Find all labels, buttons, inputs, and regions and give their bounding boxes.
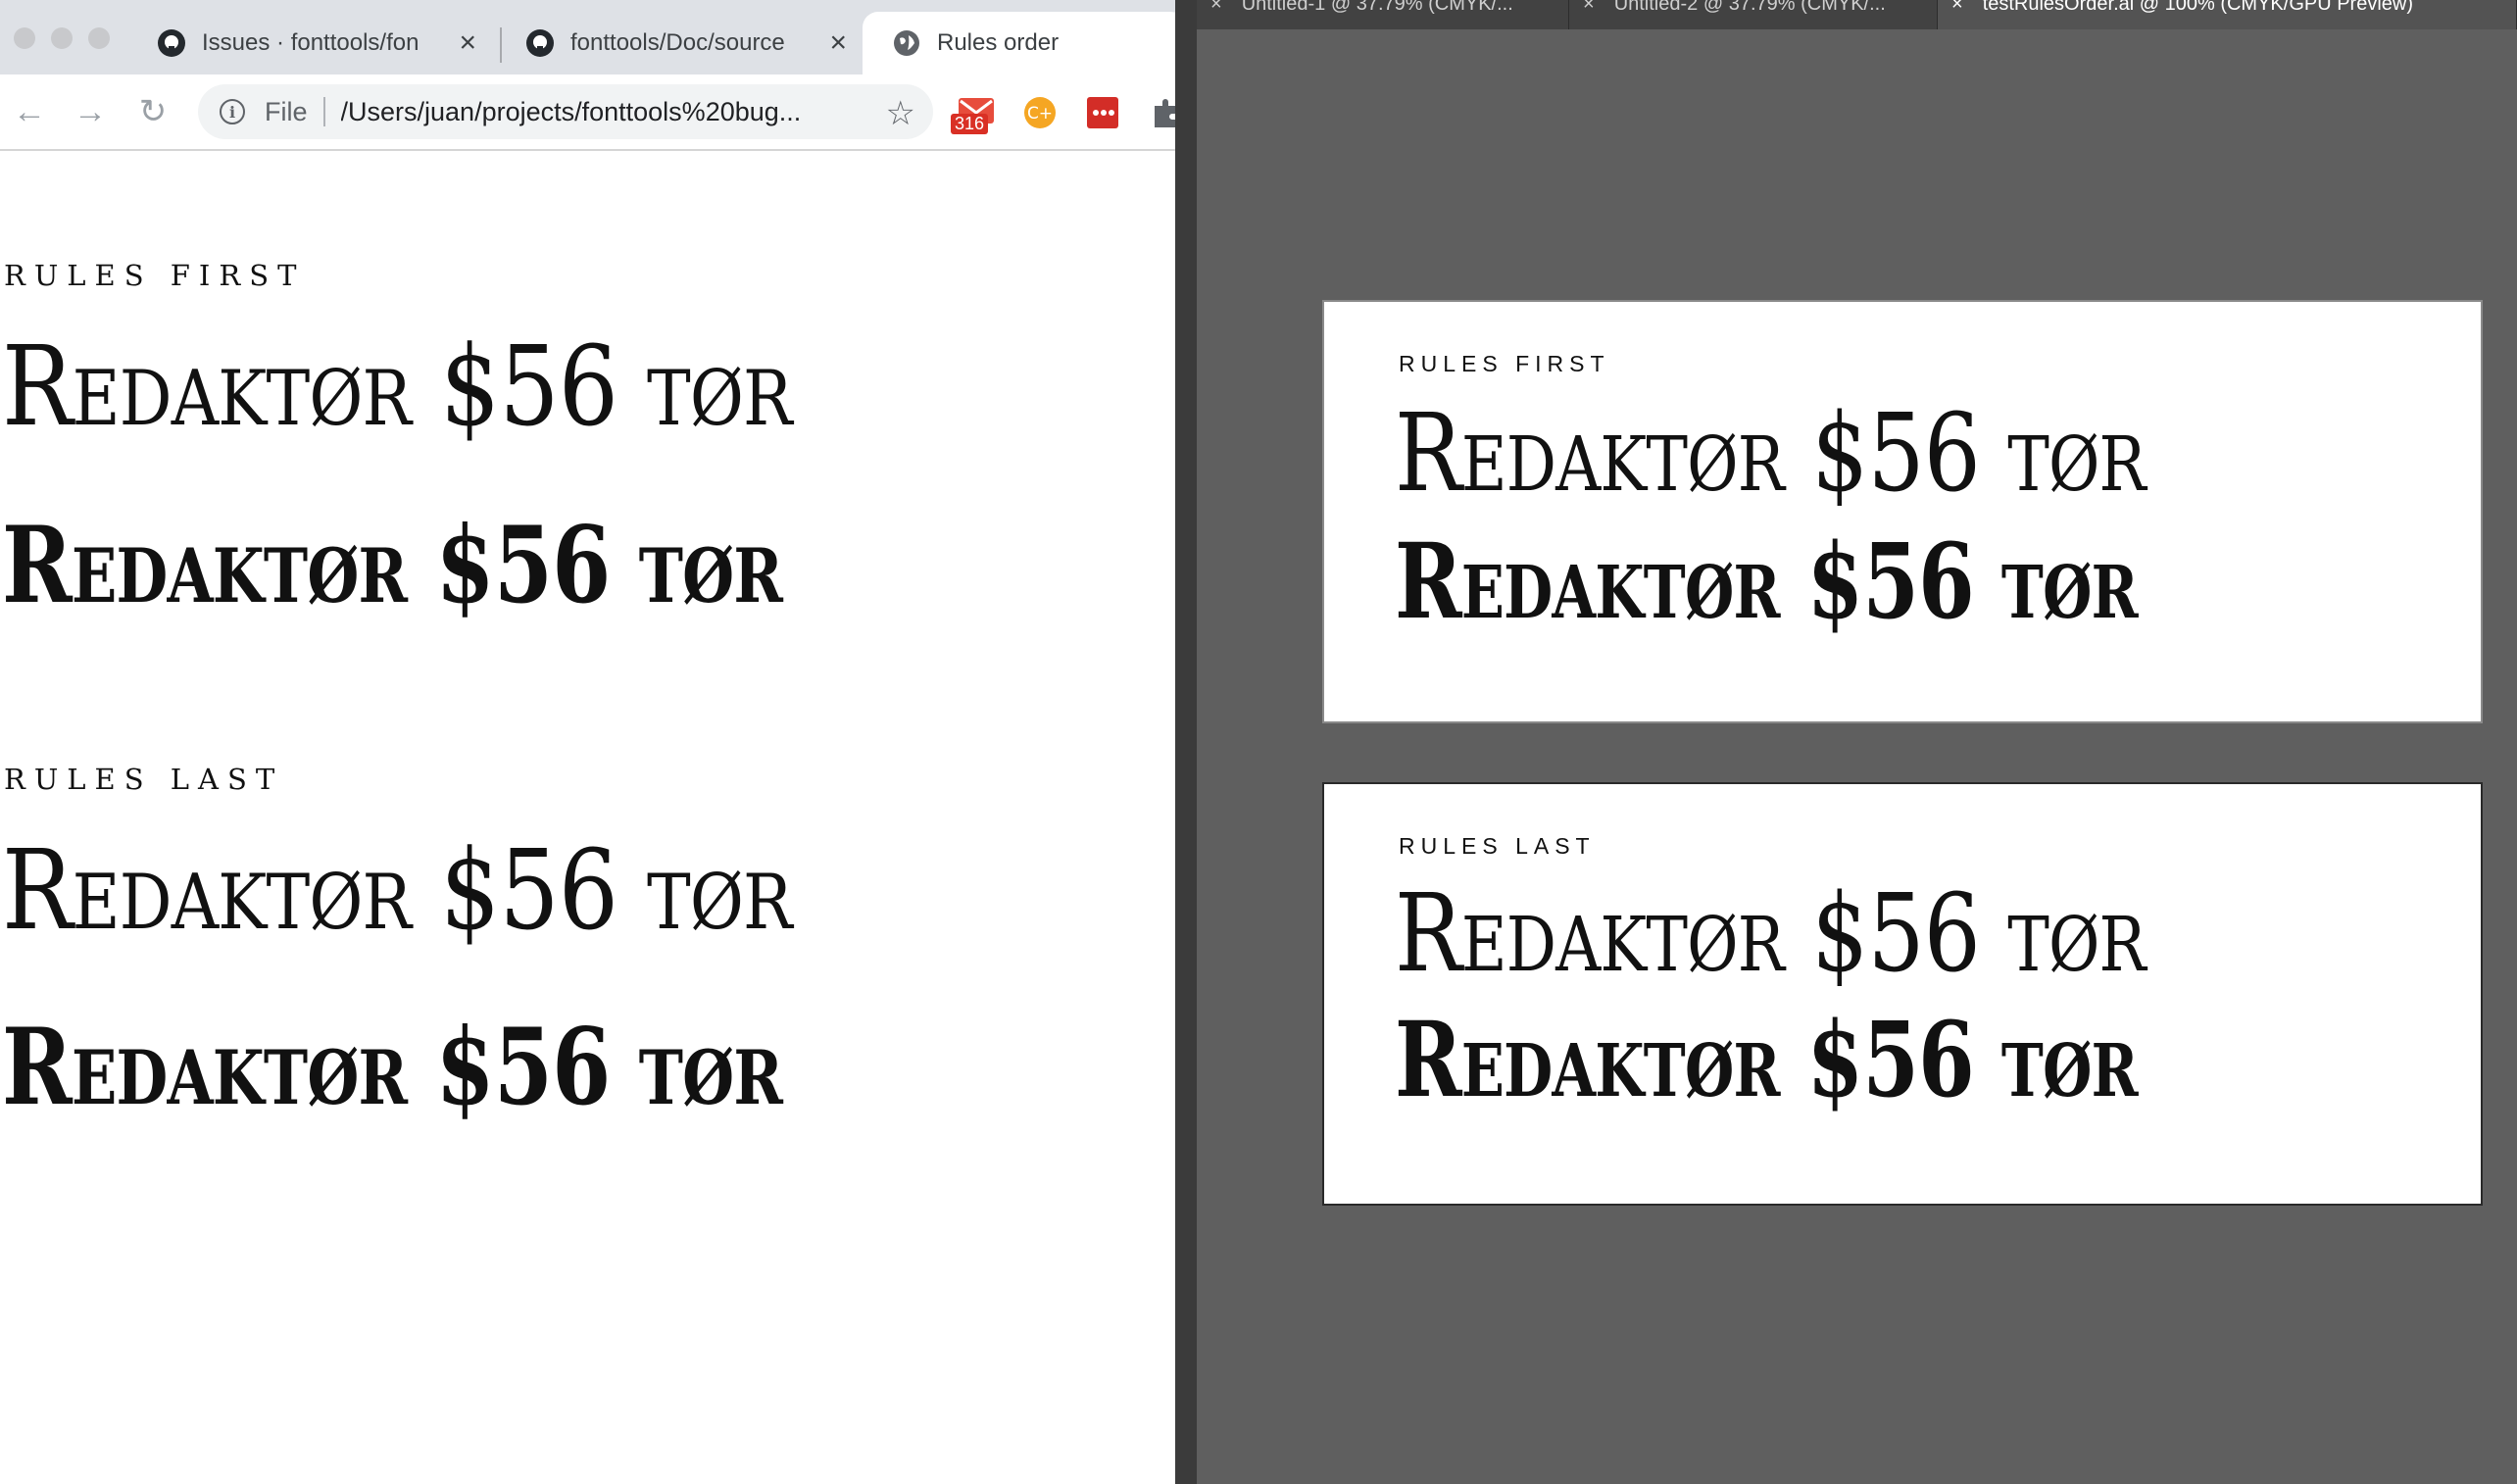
close-tab-icon[interactable]: ×: [1210, 0, 1222, 14]
doc-tab-label: Untitled-1 @ 37.79% (CMYK/...: [1241, 0, 1513, 15]
window-divider: [1175, 0, 1197, 1484]
omnibox-divider: [322, 97, 325, 126]
github-icon: [525, 28, 555, 58]
back-icon[interactable]: ←: [12, 93, 47, 130]
extension-lastpass[interactable]: [1086, 96, 1119, 134]
browser-window: Issues · fonttools/fon × fonttools/Doc/s…: [0, 0, 1175, 1484]
tab-label: Issues · fonttools/fon: [202, 29, 420, 56]
address-bar[interactable]: i File /Users/juan/projects/fonttools%20…: [198, 84, 933, 139]
gmail-extension[interactable]: 316: [951, 96, 996, 134]
tab-label: Rules order: [937, 29, 1060, 56]
doc-tab-label: testRulesOrder.ai @ 100% (CMYK/GPU Previ…: [1982, 0, 2414, 15]
sample-bold: Redaktør $56 tør: [2, 504, 783, 627]
doc-tab-untitled-1[interactable]: × Untitled-1 @ 37.79% (CMYK/...: [1197, 0, 1569, 29]
sample-regular: Redaktør $56 tør: [2, 323, 792, 451]
sample-bold: Redaktør $56 tør: [2, 1006, 783, 1129]
illustrator-window: × Untitled-1 @ 37.79% (CMYK/... × Untitl…: [1197, 0, 2517, 1484]
extensions-icon[interactable]: [1149, 96, 1175, 134]
minimize-window-button[interactable]: [51, 27, 73, 49]
document-tab-bar: × Untitled-1 @ 37.79% (CMYK/... × Untitl…: [1197, 0, 2517, 29]
artboard-rules-first[interactable]: RULES FIRST Redaktør $56 tør Redaktør $5…: [1322, 300, 2483, 723]
bookmark-star-icon[interactable]: ☆: [886, 94, 915, 133]
close-tab-icon[interactable]: ×: [459, 26, 476, 60]
tab-doc-source[interactable]: fonttools/Doc/source ×: [496, 12, 863, 74]
close-tab-icon[interactable]: ×: [829, 26, 847, 60]
c-plus-icon: C+: [1024, 97, 1056, 128]
zoom-window-button[interactable]: [88, 27, 110, 49]
globe-icon: [892, 28, 921, 58]
svg-text:C+: C+: [1027, 104, 1053, 124]
forward-icon[interactable]: →: [73, 93, 108, 130]
password-manager-icon: [1087, 97, 1118, 128]
artboard-sample-bold: Redaktør $56 tør: [1395, 998, 2139, 1120]
reload-icon[interactable]: ↻: [135, 93, 171, 130]
artboard-label: RULES FIRST: [1399, 351, 1610, 376]
artboard-label: RULES LAST: [1399, 833, 1596, 859]
artboard-sample-regular: Redaktør $56 tør: [1395, 870, 2147, 996]
tab-issues[interactable]: Issues · fonttools/fon ×: [127, 12, 492, 74]
page-content: RULES FIRST Redaktør $56 tør Redaktør $5…: [0, 151, 1175, 1484]
scheme-label: File: [265, 96, 308, 126]
url-text[interactable]: /Users/juan/projects/fonttools%20bug...: [341, 97, 851, 127]
browser-toolbar: ← → ↻ i File /Users/juan/projects/fontto…: [0, 74, 1175, 151]
doc-tab-untitled-2[interactable]: × Untitled-2 @ 37.79% (CMYK/...: [1569, 0, 1938, 29]
github-icon: [157, 28, 186, 58]
close-window-button[interactable]: [14, 27, 35, 49]
mail-count-badge: 316: [951, 114, 989, 134]
artboard-sample-regular: Redaktør $56 tør: [1395, 390, 2147, 516]
section-label-rules-first: RULES FIRST: [4, 259, 306, 292]
close-tab-icon[interactable]: ×: [1951, 0, 1963, 14]
tab-rules-order[interactable]: Rules order: [863, 12, 1175, 74]
close-tab-icon[interactable]: ×: [1583, 0, 1595, 14]
doc-tab-label: Untitled-2 @ 37.79% (CMYK/...: [1613, 0, 1886, 15]
info-icon[interactable]: i: [220, 99, 245, 124]
extension-orange[interactable]: C+: [1023, 96, 1057, 134]
doc-tab-testrulesorder[interactable]: × testRulesOrder.ai @ 100% (CMYK/GPU Pre…: [1938, 0, 2517, 29]
artboard-sample-bold: Redaktør $56 tør: [1395, 519, 2139, 642]
tab-strip: Issues · fonttools/fon × fonttools/Doc/s…: [0, 0, 1175, 74]
artboard-rules-last[interactable]: RULES LAST Redaktør $56 tør Redaktør $56…: [1322, 782, 2483, 1206]
sample-regular: Redaktør $56 tør: [2, 827, 792, 955]
section-label-rules-last: RULES LAST: [4, 763, 284, 796]
tab-label: fonttools/Doc/source: [570, 29, 785, 56]
